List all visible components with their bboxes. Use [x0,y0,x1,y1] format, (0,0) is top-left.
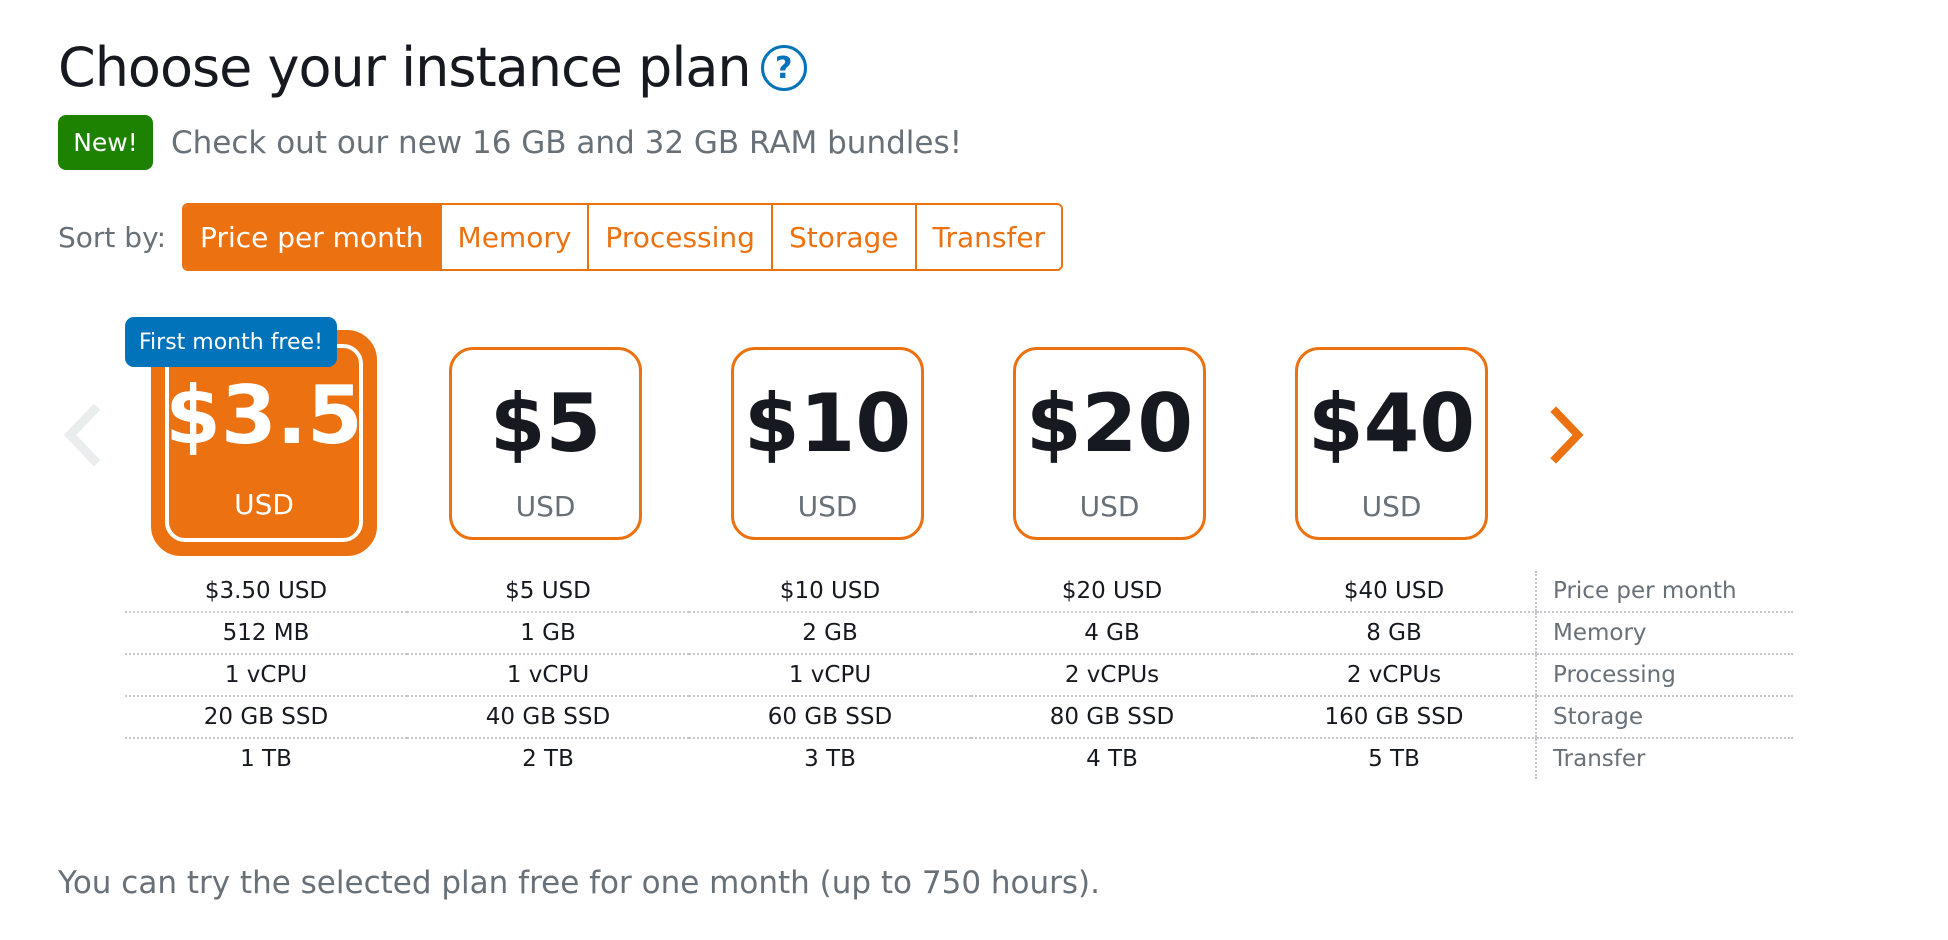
plan-price: $20 [1026,377,1193,470]
spec-cell: 40 GB SSD [407,696,689,739]
sort-memory-button[interactable]: Memory [441,205,590,269]
spec-cell: 4 TB [1086,746,1138,772]
plan-price: $5 [489,377,602,470]
spec-row-label: Transfer [1535,738,1793,779]
question-circle-icon[interactable]: ? [760,45,807,91]
sort-transfer-button[interactable]: Transfer [916,205,1062,269]
spec-cell: 1 vCPU [125,654,407,697]
spec-cell: $20 USD [971,571,1253,613]
spec-row-processing: 1 vCPU 1 vCPU 1 vCPU 2 vCPUs 2 vCPUs Pro… [125,654,1793,697]
sort-storage-button[interactable]: Storage [772,205,917,269]
spec-cell: 2 vCPUs [971,654,1253,697]
plan-currency: USD [797,490,858,523]
announcement-text: Check out our new 16 GB and 32 GB RAM bu… [171,124,963,161]
spec-row-label: Memory [1535,612,1793,655]
spec-cell: 20 GB SSD [125,696,407,739]
spec-cell: 1 vCPU [407,654,689,697]
selected-card-outline [165,344,363,542]
spec-cell: 2 GB [689,612,971,655]
spec-cell: 3 TB [804,746,856,772]
sort-price-button[interactable]: Price per month [184,205,442,269]
spec-row-label: Price per month [1535,571,1793,613]
spec-cell: 60 GB SSD [689,696,971,739]
new-badge: New! [58,115,153,170]
spec-cell: 4 GB [971,612,1253,655]
sort-processing-button[interactable]: Processing [589,205,773,269]
spec-cell: 2 TB [522,746,574,772]
first-month-free-badge: First month free! [125,317,337,367]
spec-cell: 1 vCPU [689,654,971,697]
plan-price: $10 [744,377,911,470]
spec-row-transfer: 1 TB 2 TB 3 TB 4 TB 5 TB Transfer [125,738,1793,779]
chevron-left-icon[interactable] [52,400,112,470]
plan-currency: USD [515,490,576,523]
spec-cell: $40 USD [1253,571,1536,613]
spec-cell: 80 GB SSD [971,696,1253,739]
spec-row-label: Processing [1535,654,1793,697]
spec-cell: 1 GB [407,612,689,655]
plan-currency: USD [1079,490,1140,523]
sort-row: Sort by: Price per month Memory Processi… [58,203,1064,271]
spec-cell: $3.50 USD [125,571,407,613]
plan-card-10[interactable]: $10 USD [731,347,924,540]
spec-row-storage: 20 GB SSD 40 GB SSD 60 GB SSD 80 GB SSD … [125,696,1793,739]
spec-cell: 8 GB [1253,612,1536,655]
spec-cell: 5 TB [1368,746,1420,772]
spec-cell: 2 vCPUs [1253,654,1536,697]
chevron-right-icon[interactable] [1538,400,1598,470]
sort-label: Sort by: [58,220,167,254]
spec-row-memory: 512 MB 1 GB 2 GB 4 GB 8 GB Memory [125,612,1793,655]
spec-cell: 512 MB [125,612,407,655]
title-row: Choose your instance plan ? [58,32,807,104]
spec-cell: $10 USD [689,571,971,613]
spec-row-label: Storage [1535,696,1793,739]
sort-button-group: Price per month Memory Processing Storag… [182,203,1064,271]
spec-row-price: $3.50 USD $5 USD $10 USD $20 USD $40 USD… [125,571,1793,613]
plan-price: $40 [1308,377,1475,470]
free-trial-note: You can try the selected plan free for o… [58,865,1100,901]
plan-card-40[interactable]: $40 USD [1295,347,1488,540]
spec-cell: $5 USD [407,571,689,613]
plan-currency: USD [1361,490,1422,523]
spec-cell: 160 GB SSD [1253,696,1536,739]
plan-card-20[interactable]: $20 USD [1013,347,1206,540]
plan-spec-table: $3.50 USD $5 USD $10 USD $20 USD $40 USD… [125,571,1793,779]
plan-card-5[interactable]: $5 USD [449,347,642,540]
page-title: Choose your instance plan [58,36,752,99]
spec-cell: 1 TB [240,746,292,772]
announcement: New! Check out our new 16 GB and 32 GB R… [58,115,962,170]
